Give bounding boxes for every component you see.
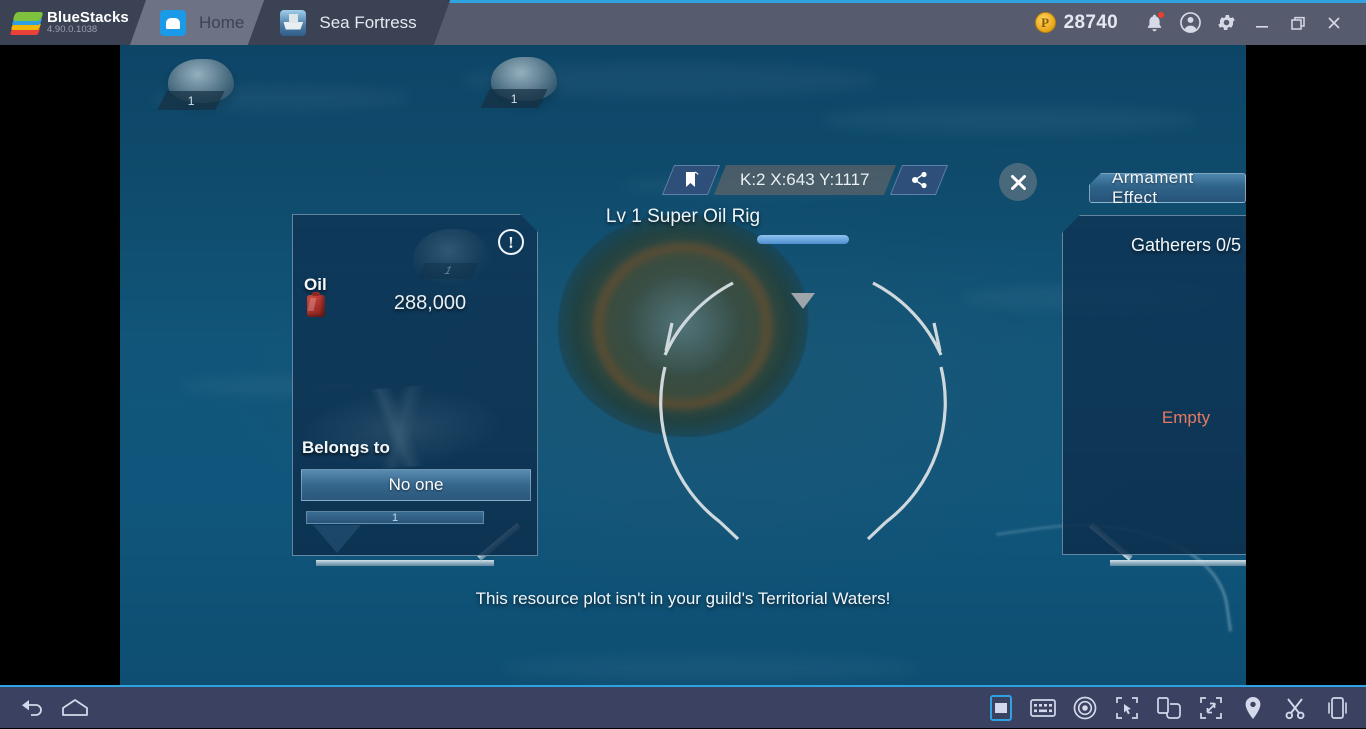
owner-button[interactable]: No one (301, 469, 531, 501)
island-level-banner: 1 (157, 91, 224, 110)
notifications-bell-icon[interactable] (1136, 0, 1172, 45)
resource-info-panel: 1 ! Oil 288,000 Belongs to No one 1 (292, 214, 538, 556)
restore-button[interactable] (1280, 0, 1316, 45)
settings-gear-icon[interactable] (1208, 0, 1244, 45)
island-marker[interactable]: 1 (160, 59, 240, 119)
resource-amount: 288,000 (293, 292, 537, 315)
info-exclamation-icon[interactable]: ! (498, 229, 524, 255)
bluestacks-brand: BlueStacks 4.90.0.1038 (0, 0, 130, 45)
fullscreen-icon[interactable] (1190, 686, 1232, 729)
island-level-label: 1 (188, 94, 195, 108)
territorial-waters-notice: This resource plot isn't in your guild's… (463, 588, 903, 611)
tab-armament-effect-label: Armament Effect (1112, 168, 1223, 208)
points-value: 28740 (1064, 12, 1118, 34)
frame-rail-right (1110, 560, 1246, 566)
brand-version: 4.90.0.1038 (47, 25, 129, 35)
gatherers-panel: Gatherers 0/5 Empty (1062, 215, 1246, 555)
water-texture (500, 655, 920, 681)
island-marker[interactable]: 1 (483, 57, 563, 117)
gatherers-count: Gatherers 0/5 (1063, 235, 1246, 256)
minimize-button[interactable] (1244, 0, 1280, 45)
shake-device-icon[interactable] (1316, 686, 1358, 729)
frame-rail-left (316, 560, 494, 566)
game-viewport[interactable]: 1 1 K:2 X:643 Y:1117 (120, 45, 1246, 685)
island-level-banner: 1 (480, 89, 547, 108)
tab-home-label: Home (199, 13, 244, 33)
close-x-icon[interactable] (999, 163, 1037, 201)
panel-background-art: 1 (293, 215, 537, 555)
sea-fortress-app-icon (280, 10, 306, 36)
android-back-icon[interactable] (12, 686, 54, 729)
bottombar (0, 685, 1366, 728)
portrait-mode-icon[interactable] (980, 686, 1022, 729)
tab-sea-fortress-label: Sea Fortress (319, 13, 416, 33)
owner-progress-bar: 1 (306, 511, 484, 524)
water-texture (820, 105, 1200, 135)
belongs-to-label: Belongs to (302, 438, 390, 458)
titlebar: BlueStacks 4.90.0.1038 Home Sea Fortress… (0, 0, 1366, 45)
titlebar-actions: P 28740 (1035, 0, 1366, 45)
notification-badge (1157, 11, 1165, 19)
tab-armament-effect[interactable]: Armament Effect (1089, 173, 1246, 203)
close-button[interactable] (1316, 0, 1352, 45)
points-display[interactable]: P 28740 (1035, 12, 1118, 34)
home-icon (160, 10, 186, 36)
rig-progress-bar (757, 235, 849, 244)
panel-pointer-triangle (313, 525, 361, 553)
cursor-select-icon[interactable] (1106, 686, 1148, 729)
coordinate-bar: K:2 X:643 Y:1117 (668, 165, 948, 195)
location-pin-icon[interactable] (1232, 686, 1274, 729)
bookmark-flag-icon[interactable] (662, 165, 720, 195)
gatherers-empty-text: Empty (1063, 408, 1246, 428)
panel-island-level: 1 (417, 263, 479, 279)
keyboard-controls-icon[interactable] (1022, 686, 1064, 729)
owner-value: No one (389, 475, 444, 495)
bluestacks-points-coin-icon: P (1035, 12, 1056, 33)
panel-ship-art (296, 380, 511, 474)
android-home-icon[interactable] (54, 686, 96, 729)
island-level-label: 1 (511, 92, 518, 106)
tab-sea-fortress[interactable]: Sea Fortress (256, 0, 442, 45)
coordinate-text: K:2 X:643 Y:1117 (740, 170, 870, 190)
share-route-icon[interactable] (889, 165, 947, 195)
oil-rig-object[interactable] (558, 215, 808, 437)
bottombar-left-group (0, 686, 96, 729)
scissors-trim-icon[interactable] (1274, 686, 1316, 729)
coordinate-pill[interactable]: K:2 X:643 Y:1117 (714, 165, 896, 195)
brand-name: BlueStacks (47, 10, 129, 26)
owner-bar-value: 1 (392, 512, 398, 524)
rotate-screen-icon[interactable] (1148, 686, 1190, 729)
user-account-icon[interactable] (1172, 0, 1208, 45)
bluestacks-logo-icon (10, 10, 40, 36)
eye-macro-icon[interactable] (1064, 686, 1106, 729)
bottombar-right-group (980, 686, 1366, 729)
oil-rig-core (628, 277, 738, 375)
